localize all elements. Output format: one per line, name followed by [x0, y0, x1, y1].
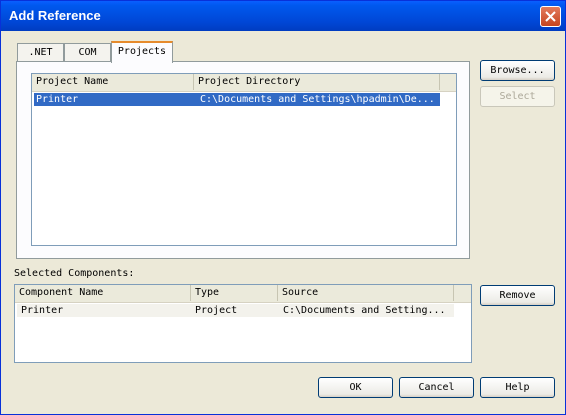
column-header-project-directory[interactable]: Project Directory [194, 74, 440, 90]
column-header-type[interactable]: Type [191, 285, 278, 301]
tab-dotnet[interactable]: .NET [17, 43, 64, 62]
column-header-component-name[interactable]: Component Name [15, 285, 191, 301]
ok-button[interactable]: OK [318, 377, 393, 398]
close-button[interactable] [540, 6, 561, 27]
select-button-label: Select [499, 91, 536, 102]
help-button-label: Help [505, 382, 530, 393]
browse-button-label: Browse... [490, 65, 545, 76]
tab-com[interactable]: COM [64, 43, 111, 62]
select-button[interactable]: Select [480, 86, 555, 107]
close-icon [545, 11, 556, 22]
projects-tab-panel: Project Name Project Directory Printer C… [16, 61, 470, 259]
window-title: Add Reference [9, 8, 101, 23]
project-name-cell: Printer [36, 94, 79, 105]
ok-button-label: OK [349, 382, 362, 393]
column-header-source[interactable]: Source [278, 285, 454, 301]
help-button[interactable]: Help [480, 377, 555, 398]
column-header-filler [440, 74, 456, 90]
remove-button[interactable]: Remove [480, 285, 555, 306]
project-directory-cell: C:\Documents and Settings\hpadmin\De... [200, 94, 435, 105]
selected-components-listview[interactable]: Component Name Type Source Printer Proje… [14, 284, 472, 363]
cancel-button[interactable]: Cancel [399, 377, 474, 398]
title-bar[interactable]: Add Reference [1, 1, 565, 31]
component-type-cell: Project [195, 305, 238, 316]
component-name-cell: Printer [21, 305, 64, 316]
tab-projects[interactable]: Projects [111, 41, 173, 63]
column-header-project-name[interactable]: Project Name [32, 74, 194, 90]
table-row[interactable]: Printer Project C:\Documents and Setting… [17, 304, 454, 317]
browse-button[interactable]: Browse... [480, 60, 555, 81]
projects-listview[interactable]: Project Name Project Directory Printer C… [31, 73, 457, 246]
components-list-header: Component Name Type Source [15, 285, 471, 303]
projects-list-header: Project Name Project Directory [32, 74, 456, 92]
table-row[interactable]: Printer C:\Documents and Settings\hpadmi… [34, 93, 440, 106]
add-reference-dialog: Add Reference .NET COM Projects Project … [0, 0, 566, 415]
component-source-cell: C:\Documents and Setting... [283, 305, 446, 316]
column-header-filler [454, 285, 471, 301]
remove-button-label: Remove [499, 290, 536, 301]
cancel-button-label: Cancel [418, 382, 455, 393]
selected-components-label: Selected Components: [14, 268, 135, 279]
